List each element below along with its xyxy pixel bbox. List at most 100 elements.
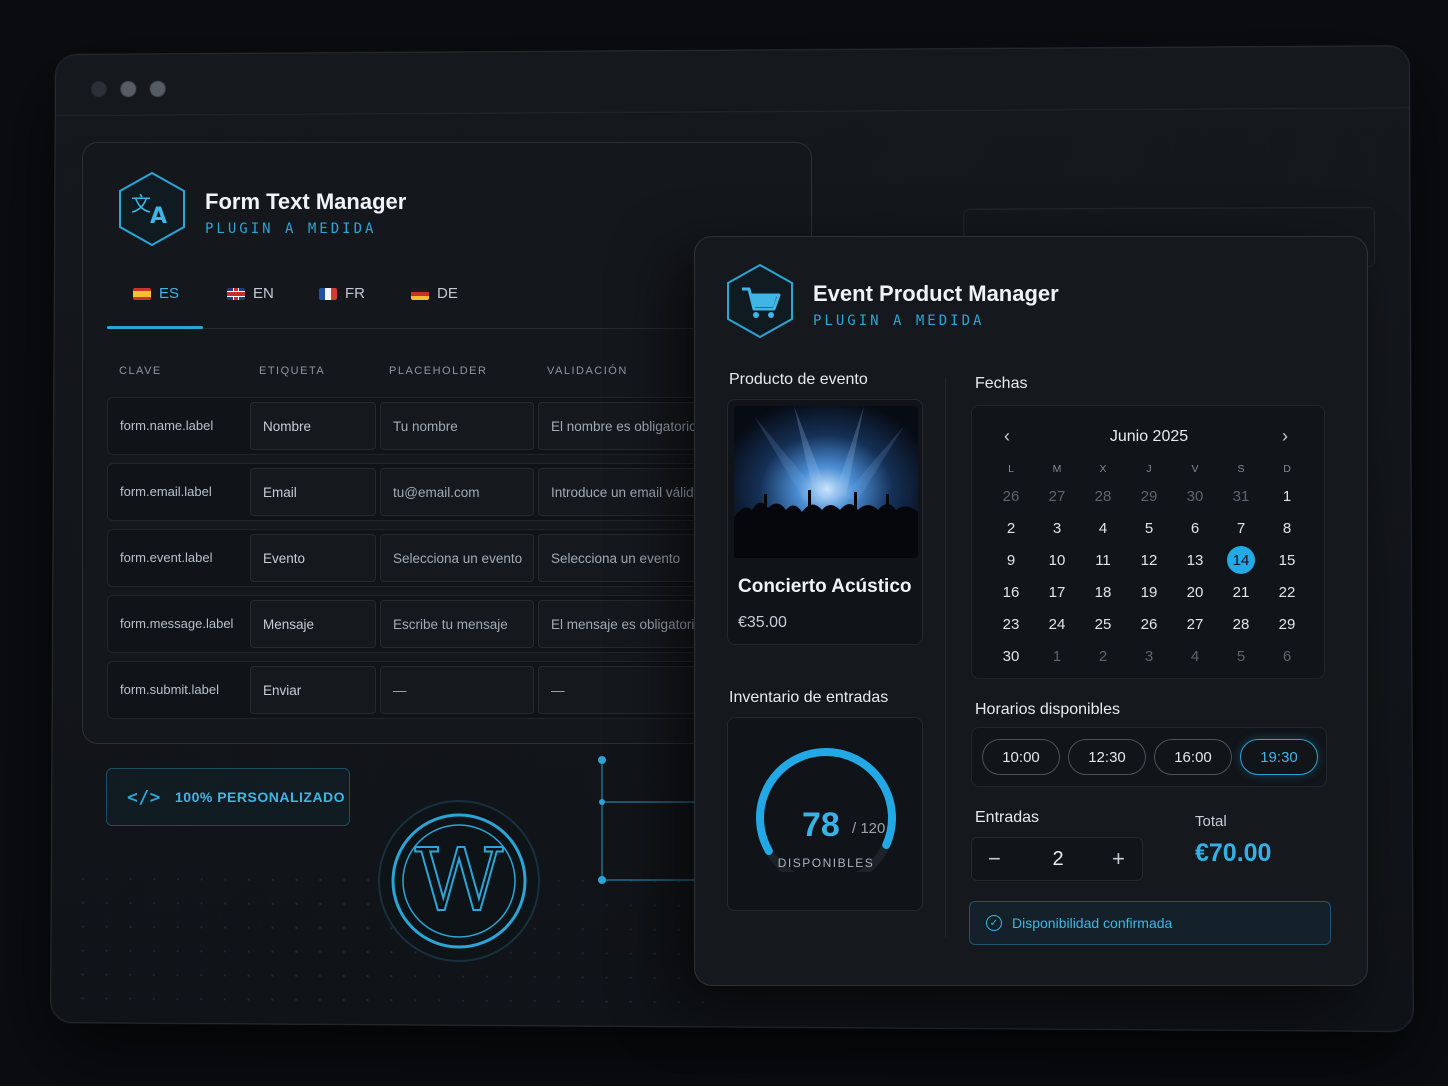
- chevron-right-icon[interactable]: ›: [1282, 426, 1288, 447]
- plus-icon[interactable]: +: [1112, 846, 1125, 872]
- weekday-label: V: [1191, 463, 1199, 475]
- tab-label: FR: [345, 285, 365, 302]
- calendar-day[interactable]: 3: [1034, 512, 1080, 544]
- tab-es[interactable]: ES: [133, 285, 179, 302]
- calendar-day[interactable]: 21: [1218, 576, 1264, 608]
- calendar-day[interactable]: 19: [1126, 576, 1172, 608]
- calendar-day[interactable]: 20: [1172, 576, 1218, 608]
- uk-flag-icon: [227, 287, 245, 300]
- label-input[interactable]: Nombre: [250, 402, 376, 450]
- label-input[interactable]: Enviar: [250, 666, 376, 714]
- code-icon: </>: [127, 786, 162, 808]
- badge-label: 100% PERSONALIZADO: [175, 789, 346, 805]
- calendar-day[interactable]: 27: [1034, 480, 1080, 512]
- calendar-day[interactable]: 26: [1126, 608, 1172, 640]
- calendar-day[interactable]: 22: [1264, 576, 1310, 608]
- calendar-day[interactable]: 26: [988, 480, 1034, 512]
- cell-key: form.email.label: [120, 484, 212, 499]
- calendar-day[interactable]: 17: [1034, 576, 1080, 608]
- calendar-day[interactable]: 18: [1080, 576, 1126, 608]
- calendar-day[interactable]: 24: [1034, 608, 1080, 640]
- column-header-key: CLAVE: [119, 365, 162, 377]
- calendar-day[interactable]: 1: [1264, 480, 1310, 512]
- placeholder-input[interactable]: —: [380, 666, 534, 714]
- calendar-day[interactable]: 2: [1080, 640, 1126, 672]
- calendar-day[interactable]: 16: [988, 576, 1034, 608]
- column-header-validation: VALIDACIÓN: [547, 365, 628, 377]
- label-input[interactable]: Email: [250, 468, 376, 516]
- product-name: Concierto Acústico: [738, 576, 912, 597]
- time-slot-button[interactable]: 10:00: [982, 739, 1060, 775]
- svg-text:A: A: [150, 204, 167, 229]
- calendar-day[interactable]: 27: [1172, 608, 1218, 640]
- placeholder-input[interactable]: Escribe tu mensaje: [380, 600, 534, 648]
- confirmation-banner: ✓ Disponibilidad confirmada: [969, 901, 1331, 945]
- calendar-day[interactable]: 5: [1126, 512, 1172, 544]
- calendar-day[interactable]: 1: [1034, 640, 1080, 672]
- placeholder-input[interactable]: Tu nombre: [380, 402, 534, 450]
- calendar-day[interactable]: 4: [1172, 640, 1218, 672]
- weekday-label: X: [1099, 463, 1107, 475]
- slots-section-label: Horarios disponibles: [975, 701, 1120, 718]
- calendar-day[interactable]: 6: [1172, 512, 1218, 544]
- calendar-day[interactable]: 10: [1034, 544, 1080, 576]
- calendar-day[interactable]: 29: [1126, 480, 1172, 512]
- calendar-day[interactable]: 9: [988, 544, 1034, 576]
- time-slot-button-selected[interactable]: 19:30: [1240, 739, 1318, 775]
- calendar-day[interactable]: 2: [988, 512, 1034, 544]
- check-circle-icon: ✓: [986, 915, 1002, 931]
- window-maximize-dot[interactable]: [149, 80, 166, 97]
- inventory-section-label: Inventario de entradas: [729, 689, 889, 706]
- column-divider: [945, 377, 946, 937]
- time-slot-button[interactable]: 16:00: [1154, 739, 1232, 775]
- calendar-day[interactable]: 28: [1080, 480, 1126, 512]
- calendar-day[interactable]: 23: [988, 608, 1034, 640]
- tab-fr[interactable]: FR: [319, 285, 365, 302]
- label-input[interactable]: Evento: [250, 534, 376, 582]
- product-price: €35.00: [738, 614, 787, 631]
- calendar-day[interactable]: 15: [1264, 544, 1310, 576]
- weekday-label: M: [1052, 463, 1062, 475]
- spain-flag-icon: [133, 287, 151, 300]
- active-tab-indicator: [107, 326, 203, 329]
- calendar: ‹ Junio 2025 › L M X J V S D 26 27 28 29 30 31 1 2 3 4 5 6…: [971, 405, 1325, 679]
- tab-de[interactable]: DE: [411, 285, 458, 302]
- calendar-day[interactable]: 30: [1172, 480, 1218, 512]
- calendar-day[interactable]: 30: [988, 640, 1034, 672]
- available-count: 78: [802, 806, 840, 844]
- tab-label: ES: [159, 285, 180, 302]
- cart-icon: [727, 263, 793, 339]
- calendar-day[interactable]: 8: [1264, 512, 1310, 544]
- calendar-day[interactable]: 29: [1264, 608, 1310, 640]
- cell-key: form.message.label: [120, 616, 234, 631]
- product-card[interactable]: Concierto Acústico €35.00: [727, 399, 923, 645]
- concert-image: [734, 406, 918, 558]
- france-flag-icon: [319, 287, 337, 300]
- calendar-day[interactable]: 11: [1080, 544, 1126, 576]
- window-minimize-dot[interactable]: [120, 81, 137, 98]
- calendar-day[interactable]: 6: [1264, 640, 1310, 672]
- column-header-placeholder: PLACEHOLDER: [389, 365, 488, 377]
- calendar-day[interactable]: 28: [1218, 608, 1264, 640]
- calendar-day[interactable]: 3: [1126, 640, 1172, 672]
- label-input[interactable]: Mensaje: [250, 600, 376, 648]
- connector-lines: [598, 756, 710, 884]
- calendar-day[interactable]: 4: [1080, 512, 1126, 544]
- inventory-gauge: [756, 748, 896, 872]
- window-close-dot[interactable]: [91, 81, 107, 98]
- placeholder-input[interactable]: Selecciona un evento: [380, 534, 534, 582]
- svg-text:文: 文: [131, 192, 151, 216]
- weekday-label: D: [1283, 463, 1291, 475]
- calendar-day-selected[interactable]: 14: [1218, 544, 1264, 576]
- tab-en[interactable]: EN: [227, 285, 274, 302]
- calendar-day[interactable]: 7: [1218, 512, 1264, 544]
- time-slot-button[interactable]: 12:30: [1068, 739, 1146, 775]
- placeholder-input[interactable]: tu@email.com: [380, 468, 534, 516]
- time-slots: 10:00 12:30 16:00 19:30: [971, 727, 1327, 787]
- calendar-day[interactable]: 13: [1172, 544, 1218, 576]
- calendar-day[interactable]: 5: [1218, 640, 1264, 672]
- calendar-day[interactable]: 12: [1126, 544, 1172, 576]
- calendar-day[interactable]: 25: [1080, 608, 1126, 640]
- calendar-grid: L M X J V S D 26 27 28 29 30 31 1 2 3 4 5 6 7 8 9 10 11 12 13 14 15…: [988, 458, 1310, 672]
- calendar-day[interactable]: 31: [1218, 480, 1264, 512]
